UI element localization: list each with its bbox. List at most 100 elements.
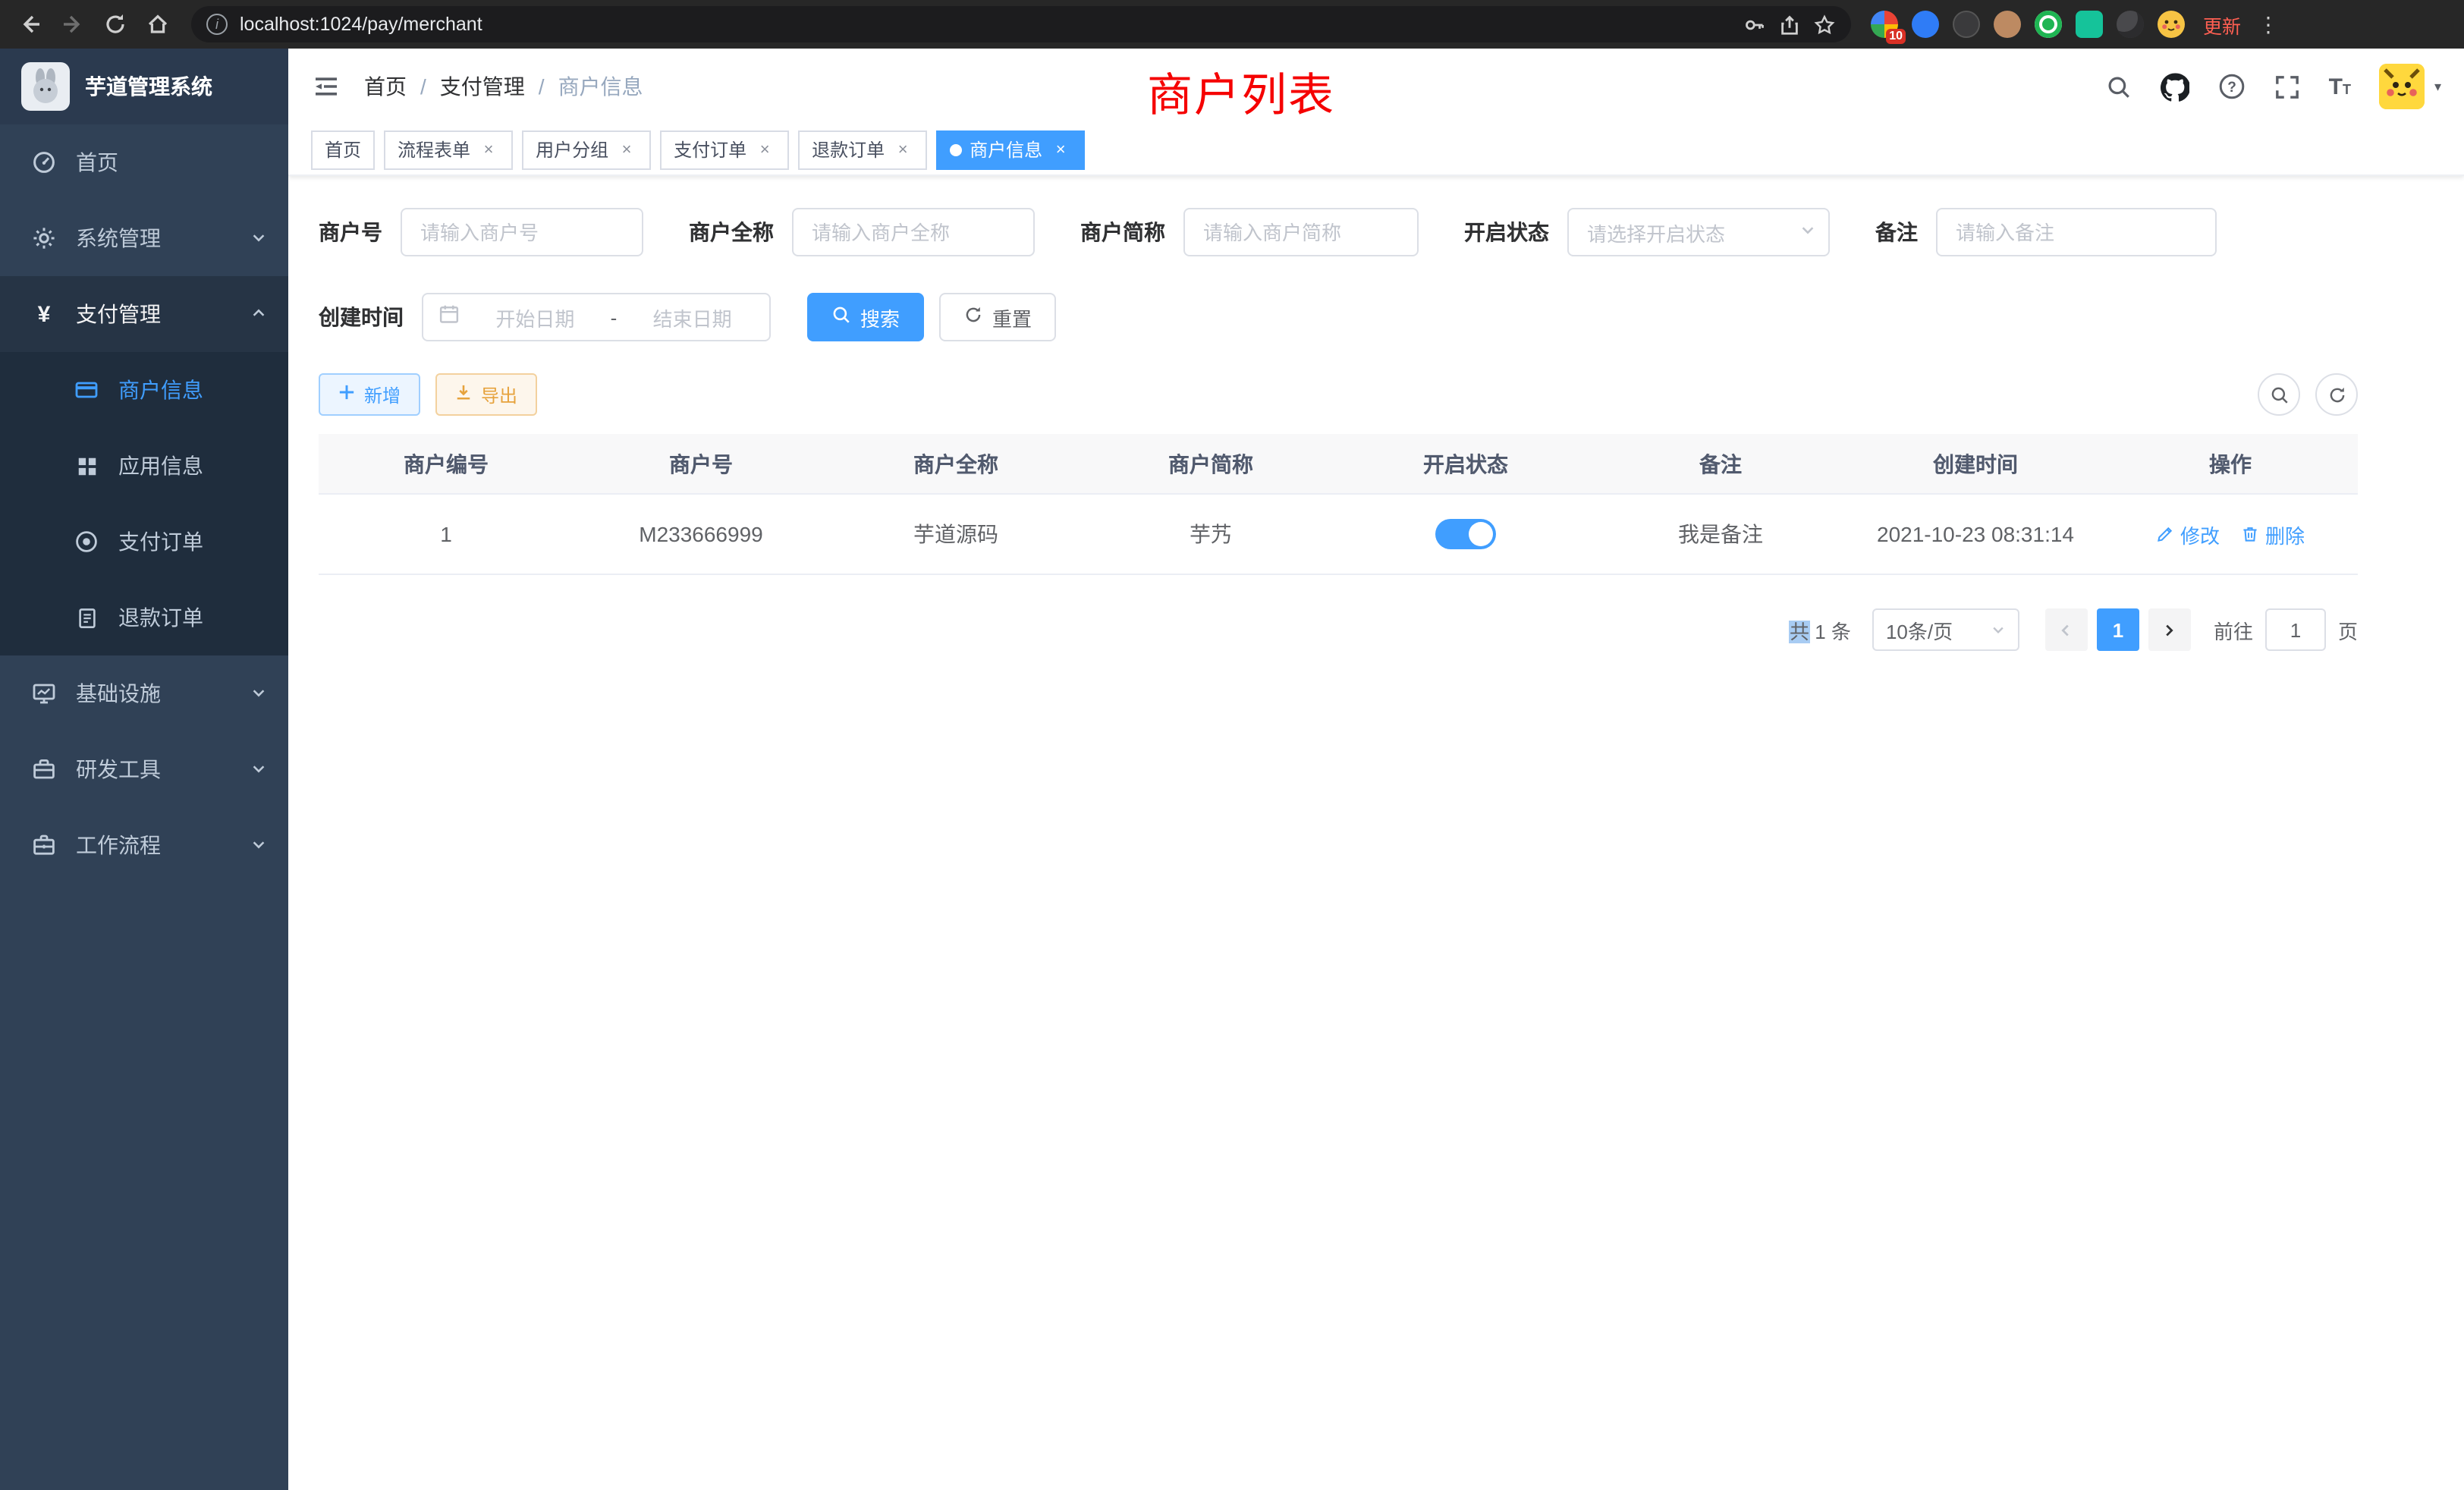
export-button[interactable]: 导出 bbox=[435, 373, 537, 416]
user-menu[interactable]: ▾ bbox=[2380, 64, 2441, 109]
chevron-up-icon bbox=[250, 302, 267, 326]
sidebar-item-workflow[interactable]: 工作流程 bbox=[0, 807, 288, 883]
date-range-picker[interactable]: 开始日期 - 结束日期 bbox=[422, 293, 771, 341]
search-icon[interactable] bbox=[2106, 74, 2132, 99]
tag-home[interactable]: 首页 bbox=[311, 130, 375, 169]
extension-icon-6[interactable] bbox=[2068, 5, 2109, 44]
github-icon[interactable] bbox=[2161, 72, 2189, 101]
delete-link[interactable]: 删除 bbox=[2241, 520, 2305, 549]
search-button[interactable]: 搜索 bbox=[807, 293, 924, 341]
field-remark: 备注 bbox=[1875, 208, 2217, 256]
status-select[interactable]: 请选择开启状态 bbox=[1567, 208, 1830, 256]
password-key-icon[interactable] bbox=[1743, 13, 1766, 36]
user-avatar[interactable] bbox=[2380, 64, 2425, 109]
status-toggle[interactable] bbox=[1435, 519, 1496, 549]
fullscreen-icon[interactable] bbox=[2274, 74, 2300, 99]
breadcrumb-home[interactable]: 首页 bbox=[364, 71, 407, 102]
help-icon[interactable]: ? bbox=[2218, 73, 2246, 100]
page-size-select[interactable]: 10条/页 bbox=[1872, 608, 2019, 651]
page-info-icon[interactable]: i bbox=[206, 14, 228, 35]
tag-process-form[interactable]: 流程表单 × bbox=[384, 130, 513, 169]
reset-button[interactable]: 重置 bbox=[939, 293, 1056, 341]
close-icon[interactable]: × bbox=[1050, 139, 1071, 160]
full-name-input[interactable] bbox=[792, 208, 1035, 256]
caret-down-icon: ▾ bbox=[2434, 78, 2441, 95]
extension-icon-2[interactable] bbox=[1904, 5, 1945, 44]
breadcrumb: 首页 / 支付管理 / 商户信息 bbox=[364, 71, 643, 102]
prev-page-button[interactable] bbox=[2045, 608, 2088, 651]
table-header: 商户编号 商户号 商户全称 商户简称 开启状态 备注 创建时间 操作 bbox=[319, 434, 2358, 495]
address-bar[interactable]: i localhost:1024/pay/merchant bbox=[191, 6, 1851, 42]
chrome-menu-icon[interactable]: ⋮ bbox=[2253, 11, 2283, 37]
extension-icon-4[interactable] bbox=[1986, 5, 2027, 44]
tag-user-group[interactable]: 用户分组 × bbox=[522, 130, 651, 169]
add-button[interactable]: 新增 bbox=[319, 373, 420, 416]
document-icon bbox=[73, 606, 100, 629]
breadcrumb-separator: / bbox=[539, 74, 545, 99]
monitor-icon bbox=[30, 681, 58, 706]
sidebar-item-payment[interactable]: ¥ 支付管理 bbox=[0, 276, 288, 352]
sidebar-item-merchant-info[interactable]: 商户信息 bbox=[0, 352, 288, 428]
tag-pay-order[interactable]: 支付订单 × bbox=[660, 130, 789, 169]
sidebar-item-label: 研发工具 bbox=[76, 754, 161, 784]
col-header: 备注 bbox=[1593, 434, 1848, 493]
sidebar-item-app-info[interactable]: 应用信息 bbox=[0, 428, 288, 504]
logo-image bbox=[21, 62, 70, 111]
sidebar-item-home[interactable]: 首页 bbox=[0, 124, 288, 200]
chevron-right-icon bbox=[2161, 621, 2178, 638]
font-size-icon[interactable]: TT bbox=[2329, 75, 2351, 98]
card-icon bbox=[73, 378, 100, 402]
selected-text: 共 bbox=[1790, 620, 1809, 643]
back-icon[interactable] bbox=[9, 5, 52, 44]
col-header: 操作 bbox=[2103, 434, 2358, 493]
annotation-overlay: 商户列表 bbox=[1147, 58, 1335, 124]
reload-icon[interactable] bbox=[94, 5, 137, 44]
close-icon[interactable]: × bbox=[754, 139, 775, 160]
trash-icon bbox=[2241, 525, 2259, 543]
toggle-search-icon[interactable] bbox=[2258, 373, 2300, 416]
close-icon[interactable]: × bbox=[616, 139, 637, 160]
profile-avatar-icon[interactable] bbox=[2150, 5, 2191, 44]
calendar-icon bbox=[438, 303, 460, 332]
close-icon[interactable]: × bbox=[478, 139, 499, 160]
breadcrumb-payment[interactable]: 支付管理 bbox=[440, 71, 525, 102]
tag-merchant-info[interactable]: 商户信息 × bbox=[936, 130, 1085, 169]
date-separator: - bbox=[611, 306, 618, 328]
remark-input[interactable] bbox=[1936, 208, 2217, 256]
edit-link[interactable]: 修改 bbox=[2156, 520, 2220, 549]
toolbar-right bbox=[2258, 373, 2358, 416]
col-header: 商户号 bbox=[574, 434, 828, 493]
refresh-table-icon[interactable] bbox=[2315, 373, 2358, 416]
chevron-down-icon bbox=[250, 833, 267, 857]
bookmark-star-icon[interactable] bbox=[1813, 13, 1836, 36]
extension-icon-3[interactable] bbox=[1945, 5, 1986, 44]
sidebar-item-dev-tools[interactable]: 研发工具 bbox=[0, 731, 288, 807]
short-name-input[interactable] bbox=[1183, 208, 1419, 256]
goto-page-input[interactable] bbox=[2265, 608, 2326, 651]
field-full-name: 商户全称 bbox=[689, 208, 1035, 256]
chrome-update-button[interactable]: 更新 bbox=[2203, 10, 2241, 39]
next-page-button[interactable] bbox=[2148, 608, 2191, 651]
sidebar-item-system[interactable]: 系统管理 bbox=[0, 200, 288, 276]
col-header: 创建时间 bbox=[1848, 434, 2103, 493]
extension-icon-1[interactable]: 10 bbox=[1863, 5, 1904, 44]
sidebar-item-refund-order[interactable]: 退款订单 bbox=[0, 580, 288, 655]
page-1-button[interactable]: 1 bbox=[2097, 608, 2139, 651]
col-header: 商户编号 bbox=[319, 434, 574, 493]
merchant-no-input[interactable] bbox=[401, 208, 643, 256]
share-icon[interactable] bbox=[1778, 13, 1801, 36]
extension-icon-5[interactable] bbox=[2027, 5, 2068, 44]
extension-icon-7[interactable] bbox=[2109, 5, 2150, 44]
sidebar-item-pay-order[interactable]: 支付订单 bbox=[0, 504, 288, 580]
tag-refund-order[interactable]: 退款订单 × bbox=[798, 130, 927, 169]
hamburger-icon[interactable] bbox=[311, 71, 341, 102]
cell-short-name: 芋艿 bbox=[1083, 495, 1338, 574]
forward-icon[interactable] bbox=[52, 5, 94, 44]
app-logo[interactable]: 芋道管理系统 bbox=[0, 49, 288, 124]
sidebar-item-infrastructure[interactable]: 基础设施 bbox=[0, 655, 288, 731]
active-dot bbox=[950, 143, 962, 156]
home-icon[interactable] bbox=[137, 5, 179, 44]
cell-merchant-no: M233666999 bbox=[574, 495, 828, 574]
close-icon[interactable]: × bbox=[892, 139, 913, 160]
table-toolbar: 新增 导出 bbox=[319, 373, 2358, 416]
